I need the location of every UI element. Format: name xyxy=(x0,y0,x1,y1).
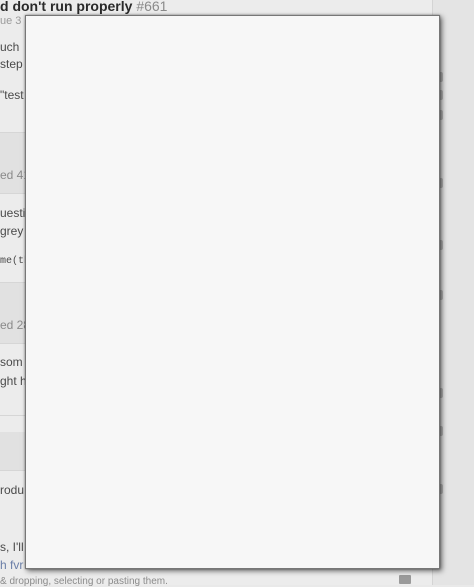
comment-text: ght h xyxy=(0,374,27,388)
modal-dialog[interactable] xyxy=(25,15,440,569)
comment-text: uch xyxy=(0,40,20,54)
comment-text: h fvr xyxy=(0,558,24,572)
issue-number[interactable]: #661 xyxy=(136,0,167,14)
attachment-hint: & dropping, selecting or pasting them. xyxy=(0,576,168,587)
comment-text: som xyxy=(0,355,23,369)
markdown-icon[interactable] xyxy=(399,575,411,584)
comment-text: "test xyxy=(0,88,24,102)
comment-text: uesti xyxy=(0,206,26,220)
issue-subtitle: ue 3 xyxy=(0,15,22,27)
issue-title-text: d don't run properly xyxy=(0,0,133,14)
comment-text: rodu xyxy=(0,483,25,497)
issue-title: d don't run properly #661 xyxy=(0,0,167,14)
comment-text: grey xyxy=(0,224,24,238)
comment-text: s, I'll xyxy=(0,540,24,554)
comment-text: step xyxy=(0,57,23,71)
